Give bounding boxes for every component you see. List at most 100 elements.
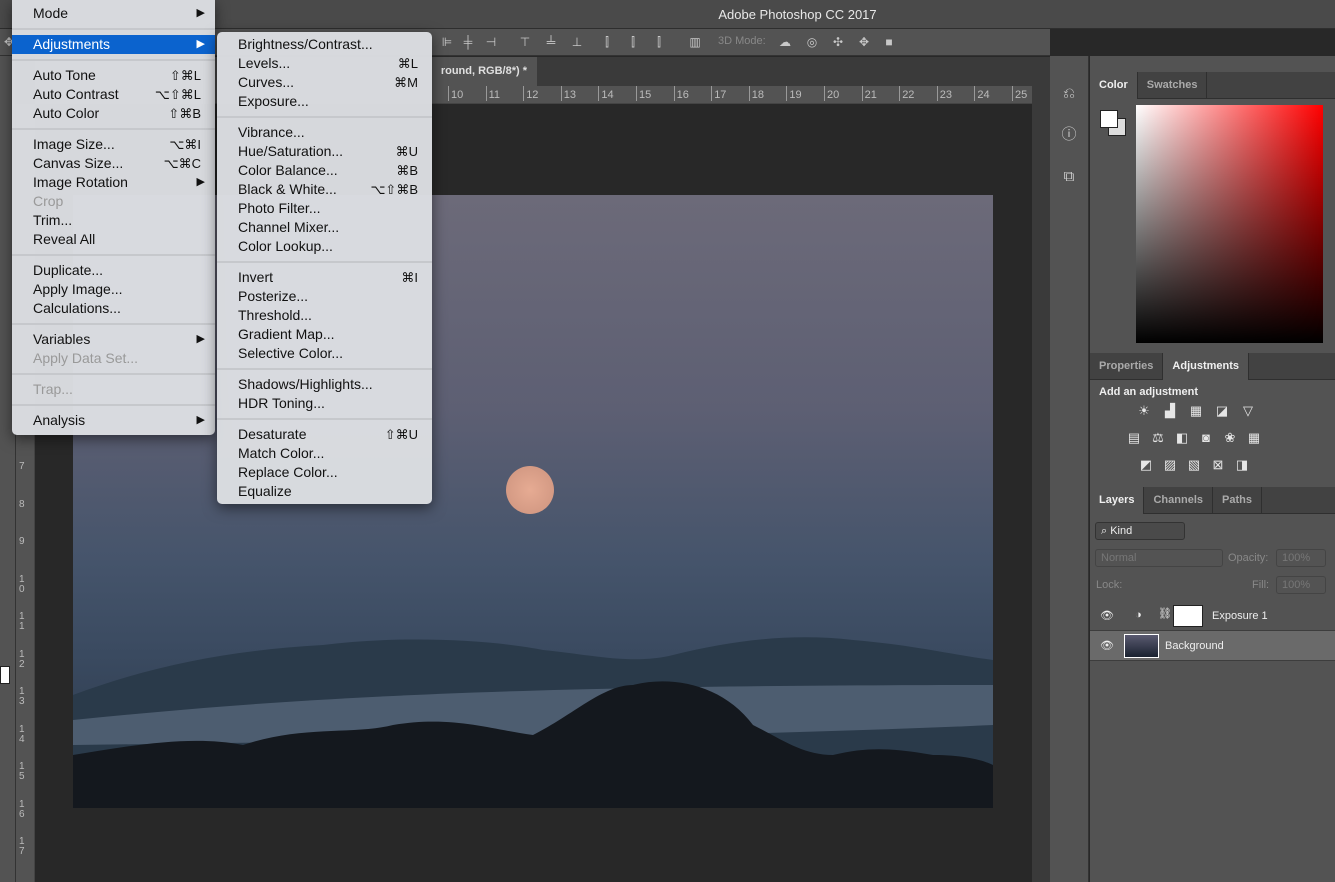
- menu-item-auto-color[interactable]: Auto Color ⇧⌘B: [12, 104, 215, 123]
- menu-item-reveal-all[interactable]: Reveal All: [12, 230, 215, 249]
- shortcut-label: ⌥⌘I: [169, 137, 201, 152]
- 3d-orbit-icon[interactable]: ☁: [778, 35, 792, 49]
- history-icon[interactable]: ⎌: [1059, 84, 1079, 104]
- align-left-icon[interactable]: ⊫: [440, 35, 454, 49]
- align-top-icon[interactable]: ⊤: [518, 35, 532, 49]
- align-right-icon[interactable]: ⊣: [484, 35, 498, 49]
- menu-item-trim[interactable]: Trim...: [12, 211, 215, 230]
- menu-item-gradient-map[interactable]: Gradient Map...: [217, 325, 432, 344]
- menu-item-equalize[interactable]: Equalize: [217, 482, 432, 501]
- blend-mode-select[interactable]: Normal: [1095, 549, 1223, 567]
- menu-item-label: Equalize: [238, 483, 292, 499]
- foreground-color-swatch[interactable]: [1100, 110, 1118, 128]
- channel-mixer-icon[interactable]: ❀: [1222, 431, 1238, 445]
- menu-item-black-white[interactable]: Black & White... ⌥⇧⌘B: [217, 180, 432, 199]
- vertical-scrollbar[interactable]: [1032, 86, 1050, 882]
- distribute-left-icon[interactable]: ⫿: [600, 35, 614, 49]
- 3d-camera-icon[interactable]: ■: [882, 35, 896, 49]
- layer-name[interactable]: Exposure 1: [1212, 610, 1268, 622]
- tab-adjustments[interactable]: Adjustments: [1163, 353, 1250, 380]
- tab-properties[interactable]: Properties: [1090, 353, 1164, 380]
- 3d-pan-icon[interactable]: ✣: [831, 35, 845, 49]
- menu-item-match-color[interactable]: Match Color...: [217, 444, 432, 463]
- menu-item-vibrance[interactable]: Vibrance...: [217, 123, 432, 142]
- align-hcenter-icon[interactable]: ╪: [461, 35, 475, 49]
- auto-align-icon[interactable]: ▥: [688, 35, 702, 49]
- menu-item-auto-contrast[interactable]: Auto Contrast ⌥⇧⌘L: [12, 85, 215, 104]
- menu-item-adjustments[interactable]: Adjustments ▶: [12, 35, 215, 54]
- threshold-icon[interactable]: ▧: [1186, 458, 1202, 472]
- color-picker-field[interactable]: [1136, 105, 1323, 343]
- color-balance-icon[interactable]: ⚖: [1150, 431, 1166, 445]
- levels-icon[interactable]: ▟: [1162, 404, 1178, 418]
- layer-row-exposure[interactable]: 👁 ◑ ⛓ Exposure 1: [1090, 601, 1335, 631]
- menu-item-color-lookup[interactable]: Color Lookup...: [217, 237, 432, 256]
- selective-color-icon[interactable]: ⊠: [1210, 458, 1226, 472]
- color-lookup-icon[interactable]: ▦: [1246, 431, 1262, 445]
- 3d-roll-icon[interactable]: ◎: [805, 35, 819, 49]
- menu-item-invert[interactable]: Invert ⌘I: [217, 268, 432, 287]
- foreground-color-swatch[interactable]: [0, 666, 10, 684]
- menu-item-auto-tone[interactable]: Auto Tone ⇧⌘L: [12, 66, 215, 85]
- link-icon[interactable]: ⛓: [1158, 607, 1172, 620]
- curves-icon[interactable]: ▦: [1188, 404, 1204, 418]
- layer-filter-select[interactable]: ⌕ Kind: [1095, 522, 1185, 540]
- photo-filter-icon[interactable]: ◙: [1198, 431, 1214, 445]
- menu-item-posterize[interactable]: Posterize...: [217, 287, 432, 306]
- 3d-slide-icon[interactable]: ✥: [857, 35, 871, 49]
- menu-item-duplicate[interactable]: Duplicate...: [12, 261, 215, 280]
- menu-item-hue-saturation[interactable]: Hue/Saturation... ⌘U: [217, 142, 432, 161]
- distribute-center-icon[interactable]: ⫿: [626, 35, 640, 49]
- posterize-icon[interactable]: ▨: [1162, 458, 1178, 472]
- menu-item-label: Calculations...: [33, 300, 121, 316]
- tab-channels[interactable]: Channels: [1144, 487, 1213, 514]
- menu-item-canvas-size[interactable]: Canvas Size... ⌥⌘C: [12, 154, 215, 173]
- menu-item-mode[interactable]: Mode ▶: [12, 4, 215, 23]
- opacity-label: Opacity:: [1228, 552, 1269, 564]
- menu-item-image-rotation[interactable]: Image Rotation ▶: [12, 173, 215, 192]
- align-bottom-icon[interactable]: ⊥: [570, 35, 584, 49]
- menu-item-image-size[interactable]: Image Size... ⌥⌘I: [12, 135, 215, 154]
- opacity-input[interactable]: 100%: [1276, 549, 1326, 567]
- tab-layers[interactable]: Layers: [1090, 487, 1145, 514]
- menu-item-threshold[interactable]: Threshold...: [217, 306, 432, 325]
- menu-item-brightness-contrast[interactable]: Brightness/Contrast...: [217, 35, 432, 54]
- visibility-eye-icon[interactable]: 👁: [1100, 639, 1114, 652]
- hue-saturation-icon[interactable]: ▤: [1126, 431, 1142, 445]
- distribute-right-icon[interactable]: ⫿: [652, 35, 666, 49]
- menu-item-shadows-highlights[interactable]: Shadows/Highlights...: [217, 375, 432, 394]
- menu-item-curves[interactable]: Curves... ⌘M: [217, 73, 432, 92]
- menu-item-replace-color[interactable]: Replace Color...: [217, 463, 432, 482]
- menu-item-desaturate[interactable]: Desaturate ⇧⌘U: [217, 425, 432, 444]
- layer-name[interactable]: Background: [1165, 640, 1224, 652]
- menu-item-color-balance[interactable]: Color Balance... ⌘B: [217, 161, 432, 180]
- menu-item-photo-filter[interactable]: Photo Filter...: [217, 199, 432, 218]
- invert-icon[interactable]: ◩: [1138, 458, 1154, 472]
- align-vcenter-icon[interactable]: ╧: [544, 35, 558, 49]
- submenu-arrow-icon: ▶: [196, 7, 205, 19]
- gradient-map-icon[interactable]: ◨: [1234, 458, 1250, 472]
- layer-row-background[interactable]: 👁 Background: [1090, 631, 1335, 661]
- black-white-icon[interactable]: ◧: [1174, 431, 1190, 445]
- brightness-contrast-icon[interactable]: ☀: [1136, 404, 1152, 418]
- menu-item-variables[interactable]: Variables ▶: [12, 330, 215, 349]
- tab-paths[interactable]: Paths: [1213, 487, 1262, 514]
- menu-item-label: Black & White...: [238, 181, 337, 197]
- vibrance-icon[interactable]: ▽: [1240, 404, 1256, 418]
- tab-swatches[interactable]: Swatches: [1138, 72, 1208, 99]
- exposure-icon[interactable]: ◪: [1214, 404, 1230, 418]
- menu-item-levels[interactable]: Levels... ⌘L: [217, 54, 432, 73]
- layer-mask-thumbnail[interactable]: [1173, 605, 1203, 627]
- menu-item-selective-color[interactable]: Selective Color...: [217, 344, 432, 363]
- paragraph-icon[interactable]: ⧉: [1059, 167, 1079, 187]
- menu-item-hdr-toning[interactable]: HDR Toning...: [217, 394, 432, 413]
- menu-item-calculations[interactable]: Calculations...: [12, 299, 215, 318]
- menu-item-channel-mixer[interactable]: Channel Mixer...: [217, 218, 432, 237]
- fill-input[interactable]: 100%: [1276, 576, 1326, 594]
- menu-item-apply-image[interactable]: Apply Image...: [12, 280, 215, 299]
- tab-color[interactable]: Color: [1090, 72, 1138, 99]
- visibility-eye-icon[interactable]: 👁: [1100, 609, 1114, 622]
- info-icon[interactable]: ⓘ: [1059, 125, 1079, 145]
- menu-item-analysis[interactable]: Analysis ▶: [12, 411, 215, 430]
- menu-item-exposure[interactable]: Exposure...: [217, 92, 432, 111]
